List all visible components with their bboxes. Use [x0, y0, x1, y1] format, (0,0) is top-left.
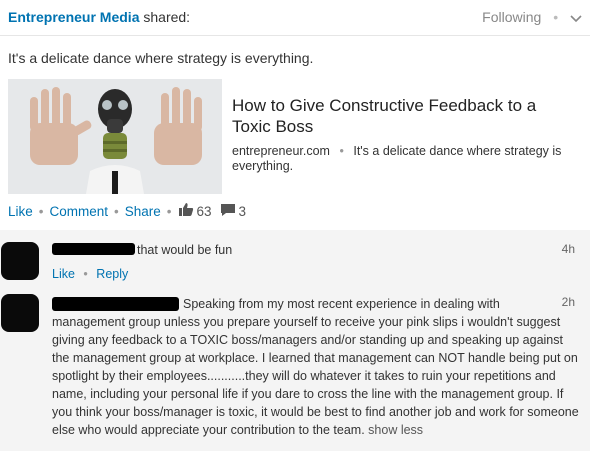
comment-text: that would be fun: [137, 243, 233, 257]
article-thumbnail[interactable]: [8, 79, 222, 194]
avatar[interactable]: [1, 294, 39, 332]
comment-like-button[interactable]: Like: [52, 267, 75, 281]
comment-timestamp: 4h: [561, 242, 575, 256]
comment-actions: Like • Reply: [52, 267, 128, 281]
separator-dot: •: [166, 203, 172, 219]
comments-count[interactable]: 3: [239, 204, 247, 219]
separator-dot: •: [114, 203, 119, 219]
shared-article-card[interactable]: How to Give Constructive Feedback to a T…: [8, 79, 588, 194]
comment-body: management group unless you prepare your…: [52, 313, 580, 439]
article-domain: entrepreneur.com: [232, 144, 330, 158]
show-less-link[interactable]: show less: [368, 423, 423, 437]
comments-section: that would be fun 4h Like • Reply Speaki…: [0, 230, 590, 451]
likes-count[interactable]: 63: [197, 204, 212, 219]
separator-dot: •: [553, 9, 559, 25]
header-controls: Following •: [482, 9, 582, 26]
separator-dot: •: [38, 203, 44, 219]
comment-bubble-icon[interactable]: [220, 203, 236, 220]
thumbs-up-icon[interactable]: [178, 202, 194, 220]
comment-button[interactable]: Comment: [50, 204, 109, 219]
post-commentary: It's a delicate dance where strategy is …: [8, 50, 314, 66]
share-button[interactable]: Share: [125, 204, 161, 219]
separator-dot: •: [339, 144, 344, 158]
redacted-commenter-name: [52, 297, 179, 311]
redacted-commenter-name: [52, 243, 135, 255]
article-title[interactable]: How to Give Constructive Feedback to a T…: [232, 95, 572, 137]
update-attribution: Entrepreneur Media shared:: [8, 9, 190, 25]
comment-first-line: Speaking from my most recent experience …: [183, 297, 500, 311]
comment-item: that would be fun 4h Like • Reply: [0, 230, 590, 290]
feed-update-header: Entrepreneur Media shared: Following •: [0, 0, 590, 36]
comment-reply-button[interactable]: Reply: [96, 267, 128, 281]
comment-item: Speaking from my most recent experience …: [0, 290, 590, 451]
chevron-down-icon[interactable]: [570, 10, 582, 26]
following-button[interactable]: Following: [482, 9, 541, 25]
shared-label: shared:: [143, 9, 191, 25]
social-actions-bar: Like • Comment • Share • 63 3: [8, 202, 246, 220]
separator-dot: •: [83, 267, 88, 281]
avatar[interactable]: [1, 242, 39, 280]
author-link[interactable]: Entrepreneur Media: [8, 9, 139, 25]
comment-text: management group unless you prepare your…: [52, 315, 579, 437]
article-meta: entrepreneur.com • It's a delicate dance…: [232, 144, 577, 174]
comment-timestamp: 2h: [561, 295, 575, 309]
like-button[interactable]: Like: [8, 204, 33, 219]
